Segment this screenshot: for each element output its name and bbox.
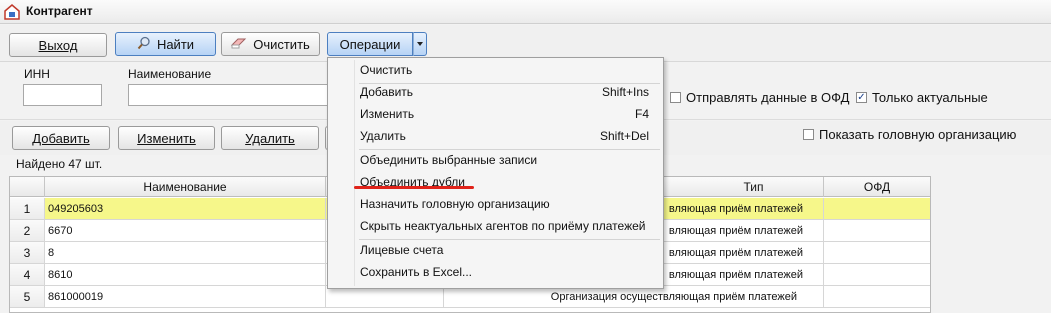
menu-item-merge-duplicates[interactable]: Объединить дубли <box>329 171 662 193</box>
operations-button[interactable]: Операции <box>327 32 413 56</box>
show-head-org-checkbox-box[interactable] <box>803 129 814 140</box>
edit-button[interactable]: Изменить <box>118 126 215 150</box>
menu-item-label: Изменить <box>360 107 415 121</box>
operations-dropdown-arrow-icon[interactable] <box>413 32 427 56</box>
add-button-label: Добавить <box>32 130 90 146</box>
menu-item-add[interactable]: Добавить Shift+Ins <box>329 81 662 103</box>
row-ofd <box>824 286 930 308</box>
edit-button-label: Изменить <box>137 130 196 146</box>
exit-button[interactable]: Выход <box>9 33 107 57</box>
header-name[interactable]: Наименование <box>45 177 326 197</box>
menu-item-delete[interactable]: Удалить Shift+Del <box>329 125 662 147</box>
row-number: 1 <box>10 198 45 220</box>
menu-item-hide-inactive-agents[interactable]: Скрыть неактуальных агентов по приёму пл… <box>329 215 662 237</box>
only-actual-label: Только актуальные <box>872 90 988 105</box>
menu-item-clear[interactable]: Очистить <box>329 59 662 81</box>
row-ofd <box>824 198 930 220</box>
row-number: 2 <box>10 220 45 242</box>
menu-item-label: Добавить <box>360 85 414 99</box>
menu-item-label: Сохранить в Excel... <box>360 265 473 279</box>
exit-button-label: Выход <box>38 37 78 53</box>
clear-button-label: Очистить <box>253 36 310 52</box>
window-titlebar: Контрагент <box>0 0 1051 24</box>
inn-input[interactable] <box>23 84 102 106</box>
only-actual-checkbox[interactable]: ✓ Только актуальные <box>856 90 988 105</box>
row-name: 049205603 <box>45 198 326 220</box>
menu-item-shortcut: F4 <box>634 107 649 121</box>
menu-item-assign-head-org[interactable]: Назначить головную организацию <box>329 193 662 215</box>
row-ofd <box>824 220 930 242</box>
header-ofd[interactable]: ОФД <box>824 177 930 197</box>
row-name: 8610 <box>45 264 326 286</box>
menu-item-edit[interactable]: Изменить F4 <box>329 103 662 125</box>
menu-item-shortcut: Shift+Del <box>599 129 649 143</box>
menu-item-label: Объединить выбранные записи <box>360 153 538 167</box>
show-head-org-checkbox[interactable]: Показать головную организацию <box>803 127 1016 142</box>
header-rownum <box>10 177 45 197</box>
row-ofd <box>824 242 930 264</box>
table-row[interactable]: 5 861000019 Организация осуществляющая п… <box>10 286 930 308</box>
row-name: 6670 <box>45 220 326 242</box>
delete-button-label: Удалить <box>245 130 295 146</box>
row-number: 4 <box>10 264 45 286</box>
row-type: Организация осуществляющая приём платеже… <box>444 286 824 308</box>
highlight-annotation <box>354 186 474 189</box>
menu-item-label: Удалить <box>360 129 406 143</box>
name-label: Наименование <box>128 67 212 81</box>
app-logo-icon <box>4 4 20 20</box>
row-ofd <box>824 264 930 286</box>
menu-item-merge-selected[interactable]: Объединить выбранные записи <box>329 149 662 171</box>
menu-item-label: Назначить головную организацию <box>360 197 550 211</box>
send-ofd-label: Отправлять данные в ОФД <box>686 90 850 105</box>
header-type-label: Тип <box>743 180 764 194</box>
row-name: 861000019 <box>45 286 326 308</box>
name-input[interactable] <box>128 84 328 106</box>
eraser-icon <box>230 37 247 52</box>
operations-button-label: Операции <box>339 36 401 52</box>
menu-item-label: Скрыть неактуальных агентов по приёму пл… <box>360 219 646 233</box>
clear-button[interactable]: Очистить <box>221 32 320 56</box>
operations-menu: Очистить Добавить Shift+Ins Изменить F4 … <box>327 57 664 289</box>
show-head-org-label: Показать головную организацию <box>819 127 1017 142</box>
magnifier-icon <box>137 36 151 53</box>
menu-item-save-excel[interactable]: Сохранить в Excel... <box>329 261 662 283</box>
menu-item-shortcut: Shift+Ins <box>601 85 649 99</box>
find-button[interactable]: Найти <box>115 32 216 56</box>
send-ofd-checkbox-box[interactable] <box>670 92 681 103</box>
window-title: Контрагент <box>26 4 93 18</box>
send-ofd-checkbox[interactable]: Отправлять данные в ОФД <box>670 90 849 105</box>
found-count: Найдено 47 шт. <box>16 157 103 171</box>
inn-label: ИНН <box>24 67 50 81</box>
menu-item-personal-accounts[interactable]: Лицевые счета <box>329 239 662 261</box>
row-number: 3 <box>10 242 45 264</box>
add-button[interactable]: Добавить <box>12 126 110 150</box>
row-blank <box>326 286 444 308</box>
menu-item-label: Очистить <box>360 63 413 77</box>
menu-item-label: Лицевые счета <box>360 243 444 257</box>
checkmark-icon[interactable]: ✓ <box>856 92 867 103</box>
find-button-label: Найти <box>156 36 195 52</box>
delete-button[interactable]: Удалить <box>221 126 319 150</box>
row-number: 5 <box>10 286 45 308</box>
row-name: 8 <box>45 242 326 264</box>
